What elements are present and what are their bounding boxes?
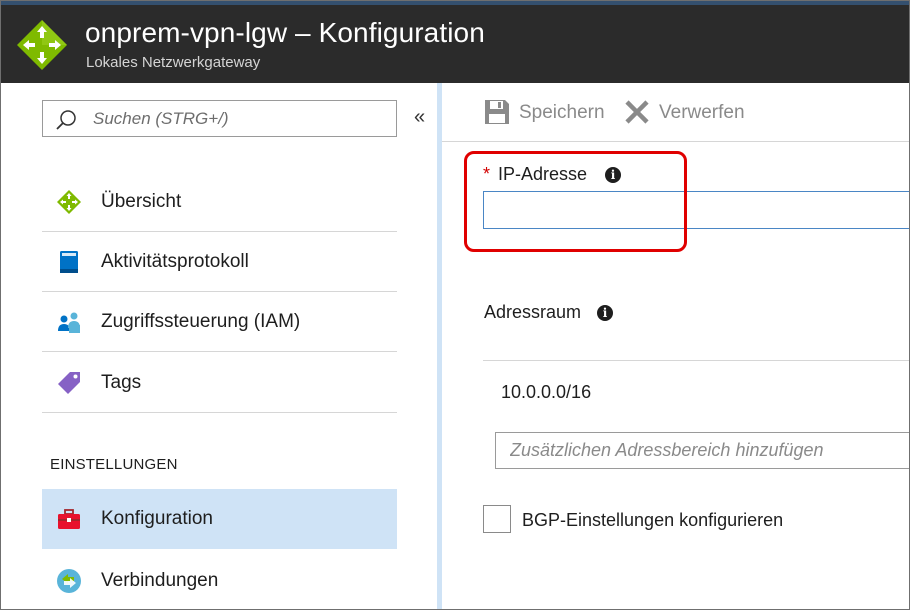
blade-header: onprem-vpn-lgw – Konfiguration Lokales N…	[1, 1, 909, 83]
sidebar-item-label: Zugriffssteuerung (IAM)	[101, 311, 301, 332]
address-list-divider	[483, 360, 909, 361]
resource-menu: Übersicht Aktivitätsprotokoll Zugriffsst…	[1, 83, 411, 609]
page-title: onprem-vpn-lgw – Konfiguration	[85, 17, 485, 48]
search-input[interactable]	[93, 101, 393, 136]
search-box[interactable]	[42, 100, 397, 137]
save-label: Speichern	[519, 102, 605, 123]
sidebar-item-label: Übersicht	[101, 191, 182, 212]
sidebar-item-access-control[interactable]: Zugriffssteuerung (IAM)	[42, 292, 397, 352]
discard-button[interactable]: Verwerfen	[624, 98, 754, 128]
sidebar-item-label: Tags	[101, 372, 142, 393]
search-icon	[56, 110, 76, 130]
command-bar: Speichern Verwerfen	[442, 83, 909, 142]
bgp-checkbox-label[interactable]: BGP-Einstellungen konfigurieren	[522, 510, 783, 531]
local-network-gateway-icon	[17, 20, 67, 70]
sidebar-item-label: Verbindungen	[101, 570, 219, 591]
portal-window: onprem-vpn-lgw – Konfiguration Lokales N…	[0, 0, 910, 610]
sidebar-item-configuration[interactable]: Konfiguration	[42, 489, 397, 549]
sidebar-item-label: Konfiguration	[101, 508, 213, 529]
collapse-menu-button[interactable]: «	[414, 107, 434, 131]
close-icon	[625, 100, 649, 124]
page-subtitle: Lokales Netzwerkgateway	[86, 54, 261, 71]
info-icon[interactable]: i	[597, 305, 613, 321]
sidebar-item-overview[interactable]: Übersicht	[42, 172, 397, 232]
sidebar-item-activity-log[interactable]: Aktivitätsprotokoll	[42, 232, 397, 292]
highlight-annotation	[464, 151, 687, 252]
discard-label: Verwerfen	[659, 102, 745, 123]
header-accent-strip	[1, 1, 909, 5]
connections-icon	[57, 569, 81, 593]
access-control-icon	[58, 312, 80, 333]
save-button[interactable]: Speichern	[484, 98, 614, 128]
configuration-blade: Speichern Verwerfen * IP-Adresse i Adress…	[442, 83, 909, 609]
sidebar-item-label: Aktivitätsprotokoll	[101, 251, 249, 272]
address-space-entry[interactable]: 10.0.0.0/16	[501, 382, 591, 403]
activity-log-icon	[60, 251, 78, 273]
overview-gateway-icon	[57, 190, 81, 214]
sidebar-item-tags[interactable]: Tags	[42, 353, 397, 413]
tag-icon	[58, 372, 80, 394]
bgp-checkbox[interactable]	[483, 505, 511, 533]
configuration-toolbox-icon	[58, 509, 80, 529]
save-icon	[485, 100, 509, 124]
address-space-label: Adressraum	[484, 302, 582, 322]
add-address-range-input[interactable]	[495, 432, 909, 469]
sidebar-item-connections[interactable]: Verbindungen	[42, 551, 397, 609]
section-header-settings: EINSTELLUNGEN	[50, 456, 178, 473]
